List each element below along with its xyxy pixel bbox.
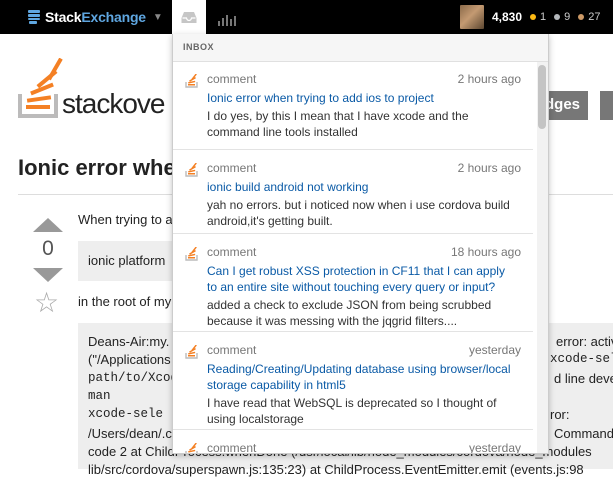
chevron-down-icon: ▼ — [152, 11, 163, 23]
scrollbar-thumb[interactable] — [538, 65, 546, 129]
site-wordmark: stackove — [62, 88, 165, 119]
silver-badge-icon — [554, 14, 561, 20]
silver-badge-number: 9 — [564, 11, 571, 23]
inbox-dropdown: INBOX comment 2 hours ago Ionic error wh… — [172, 34, 549, 454]
reputation-count: 4,830 — [492, 10, 523, 24]
code-line: /Users/dean/.c — [88, 426, 172, 441]
inbox-item[interactable]: comment 2 hours ago Ionic error when try… — [173, 62, 533, 150]
inbox-item-type: comment — [207, 72, 257, 86]
question-body-line: When trying to a — [78, 212, 173, 227]
code-line: ionic platform — [88, 253, 166, 268]
nav-more-button[interactable] — [600, 91, 613, 120]
stackoverflow-site-icon — [185, 74, 198, 88]
question-title[interactable]: Ionic error whe — [18, 155, 176, 181]
inbox-tray-icon — [181, 11, 197, 23]
gold-badge-count: 1 — [530, 11, 546, 23]
silver-badge-count: 9 — [554, 11, 570, 23]
brand-suffix: Exchange — [81, 9, 146, 25]
stackoverflow-site-icon — [185, 443, 198, 453]
inbox-item-time: 2 hours ago — [457, 161, 521, 175]
inbox-item-time: yesterday — [468, 343, 521, 357]
brand-prefix: Stack — [45, 9, 82, 25]
inbox-item-type: comment — [207, 343, 257, 357]
inbox-item-type: comment — [207, 245, 257, 259]
inbox-item-title[interactable]: Reading/Creating/Updating database using… — [207, 361, 517, 393]
stackoverflow-site-icon — [185, 345, 198, 359]
code-line: man — [88, 389, 111, 403]
inbox-item-summary: I do yes, by this I mean that I have xco… — [207, 109, 469, 139]
inbox-item[interactable]: comment 2 hours ago ionic build android … — [173, 151, 533, 234]
favorite-star-icon[interactable]: ☆ — [34, 289, 59, 317]
inbox-item-title[interactable]: Can I get robust XSS protection in CF11 … — [207, 263, 517, 295]
inbox-item[interactable]: comment 18 hours ago Can I get robust XS… — [173, 235, 533, 332]
bronze-badge-number: 27 — [588, 11, 601, 23]
question-body-line: in the root of my — [78, 294, 172, 309]
inbox-item-summary: yah no errors. but i noticed now when i … — [207, 198, 510, 228]
user-profile-link[interactable]: 4,830 1 9 27 — [460, 5, 601, 29]
code-line: d line deve — [554, 371, 613, 386]
stackexchange-logo-icon — [28, 10, 40, 24]
bronze-badge-count: 27 — [578, 11, 601, 23]
inbox-item-type: comment — [207, 441, 257, 454]
top-bar: StackExchange ▼ 4,830 1 9 27 — [0, 0, 613, 34]
code-block: ionic platform — [78, 241, 178, 281]
inbox-item-summary: I have read that WebSQL is deprecated so… — [207, 396, 497, 426]
code-line: Deans-Air:my. — [88, 334, 170, 349]
vote-count: 0 — [42, 237, 54, 260]
code-line: path/to/Xcod — [88, 371, 179, 385]
inbox-item[interactable]: comment yesterday Reading/Creating/Updat… — [173, 333, 533, 430]
code-line: ror: — [550, 407, 570, 422]
code-line: Command — [554, 426, 613, 441]
achievements-button[interactable] — [218, 8, 238, 26]
stackoverflow-site-icon — [185, 163, 198, 177]
inbox-item-time: 18 hours ago — [450, 245, 521, 259]
downvote-arrow-icon[interactable] — [33, 268, 63, 282]
inbox-item-time: yesterday — [468, 441, 521, 454]
gold-badge-icon — [530, 14, 537, 20]
inbox-item-title[interactable]: Ionic error when trying to add ios to pr… — [207, 90, 517, 106]
code-line: xcode-sele — [88, 407, 164, 421]
gold-badge-number: 1 — [540, 11, 547, 23]
inbox-item-type: comment — [207, 161, 257, 175]
upvote-arrow-icon[interactable] — [33, 218, 63, 232]
inbox-header: INBOX — [173, 34, 548, 62]
stackoverflow-site-icon — [185, 247, 198, 261]
site-switcher[interactable]: StackExchange ▼ — [28, 8, 163, 26]
code-line: error: activ — [556, 334, 613, 349]
inbox-button[interactable] — [172, 0, 206, 34]
brand-name: StackExchange — [45, 9, 146, 25]
inbox-item-time: 2 hours ago — [457, 72, 521, 86]
inbox-item-summary: added a check to exclude JSON from being… — [207, 298, 492, 328]
code-line: lib/src/cordova/superspawn.js:135:23) at… — [88, 462, 584, 477]
bronze-badge-icon — [578, 14, 585, 20]
inbox-item-title[interactable]: ionic build android not working — [207, 179, 517, 195]
avatar[interactable] — [460, 5, 484, 29]
code-line: ("/Applications — [88, 352, 171, 367]
code-line: xcode-sel — [550, 352, 613, 366]
inbox-item[interactable]: comment yesterday — [173, 431, 533, 454]
